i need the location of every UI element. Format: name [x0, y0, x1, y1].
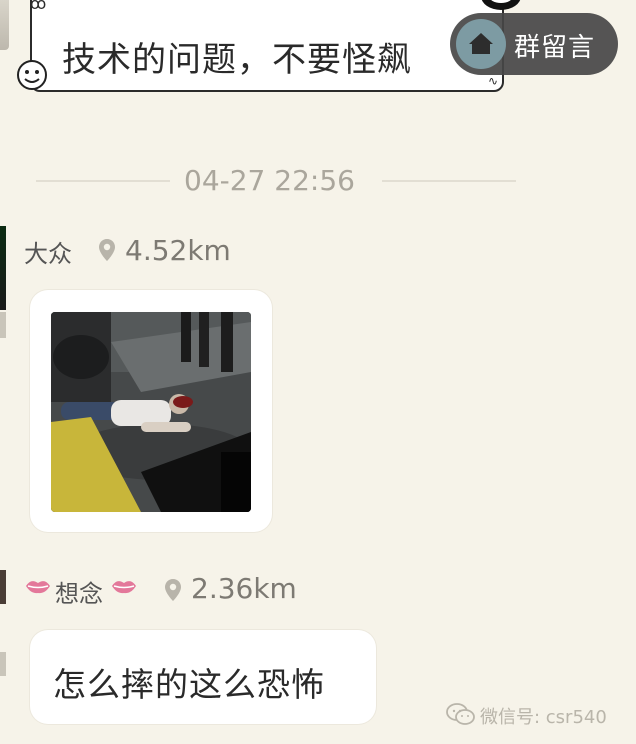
- accident-photo[interactable]: [51, 312, 251, 512]
- bubble-curl-decoration: ∿: [487, 74, 498, 88]
- avatar-edge-top[interactable]: [0, 0, 9, 50]
- divider-line: [36, 180, 170, 182]
- message-timestamp: 04-27 22:56: [184, 164, 355, 197]
- location-pin-icon: [165, 579, 181, 601]
- wechat-icon: [446, 703, 475, 725]
- lips-icon: [26, 581, 50, 594]
- smiley-face-icon: [17, 60, 47, 90]
- avatar-edge-user-2[interactable]: [0, 570, 6, 604]
- photo-content: [51, 312, 251, 512]
- divider-line: [382, 180, 516, 182]
- avatar-edge-user-1[interactable]: [0, 312, 6, 338]
- group-message-button[interactable]: 群留言: [450, 13, 618, 75]
- location-pin-icon: [99, 239, 115, 261]
- message-text: 怎么摔的这么恐怖: [53, 665, 325, 704]
- message-text: 技术的问题，不要怪飙: [62, 40, 412, 80]
- distance-label: 2.36km: [191, 572, 297, 605]
- group-message-label: 群留言: [514, 33, 596, 63]
- lips-icon: [112, 581, 136, 594]
- home-button[interactable]: [456, 19, 506, 69]
- text-message-bubble[interactable]: 怎么摔的这么恐怖: [30, 630, 376, 724]
- user-name[interactable]: 想念: [55, 574, 103, 609]
- image-message-bubble[interactable]: [30, 290, 272, 532]
- distance-label: 4.52km: [125, 234, 231, 267]
- home-icon: [469, 33, 493, 54]
- avatar-edge-user-1[interactable]: [0, 226, 6, 310]
- bubble-curl-decoration: ꝏ: [30, 0, 47, 13]
- sticker-badge-icon: [481, 0, 521, 10]
- watermark-text: 微信号: csr540: [480, 707, 607, 728]
- avatar-edge-user-2[interactable]: [0, 652, 6, 676]
- message-bubble-top[interactable]: ꝏ ∿ 技术的问题，不要怪飙: [30, 0, 504, 92]
- user-name[interactable]: 大众: [24, 234, 72, 269]
